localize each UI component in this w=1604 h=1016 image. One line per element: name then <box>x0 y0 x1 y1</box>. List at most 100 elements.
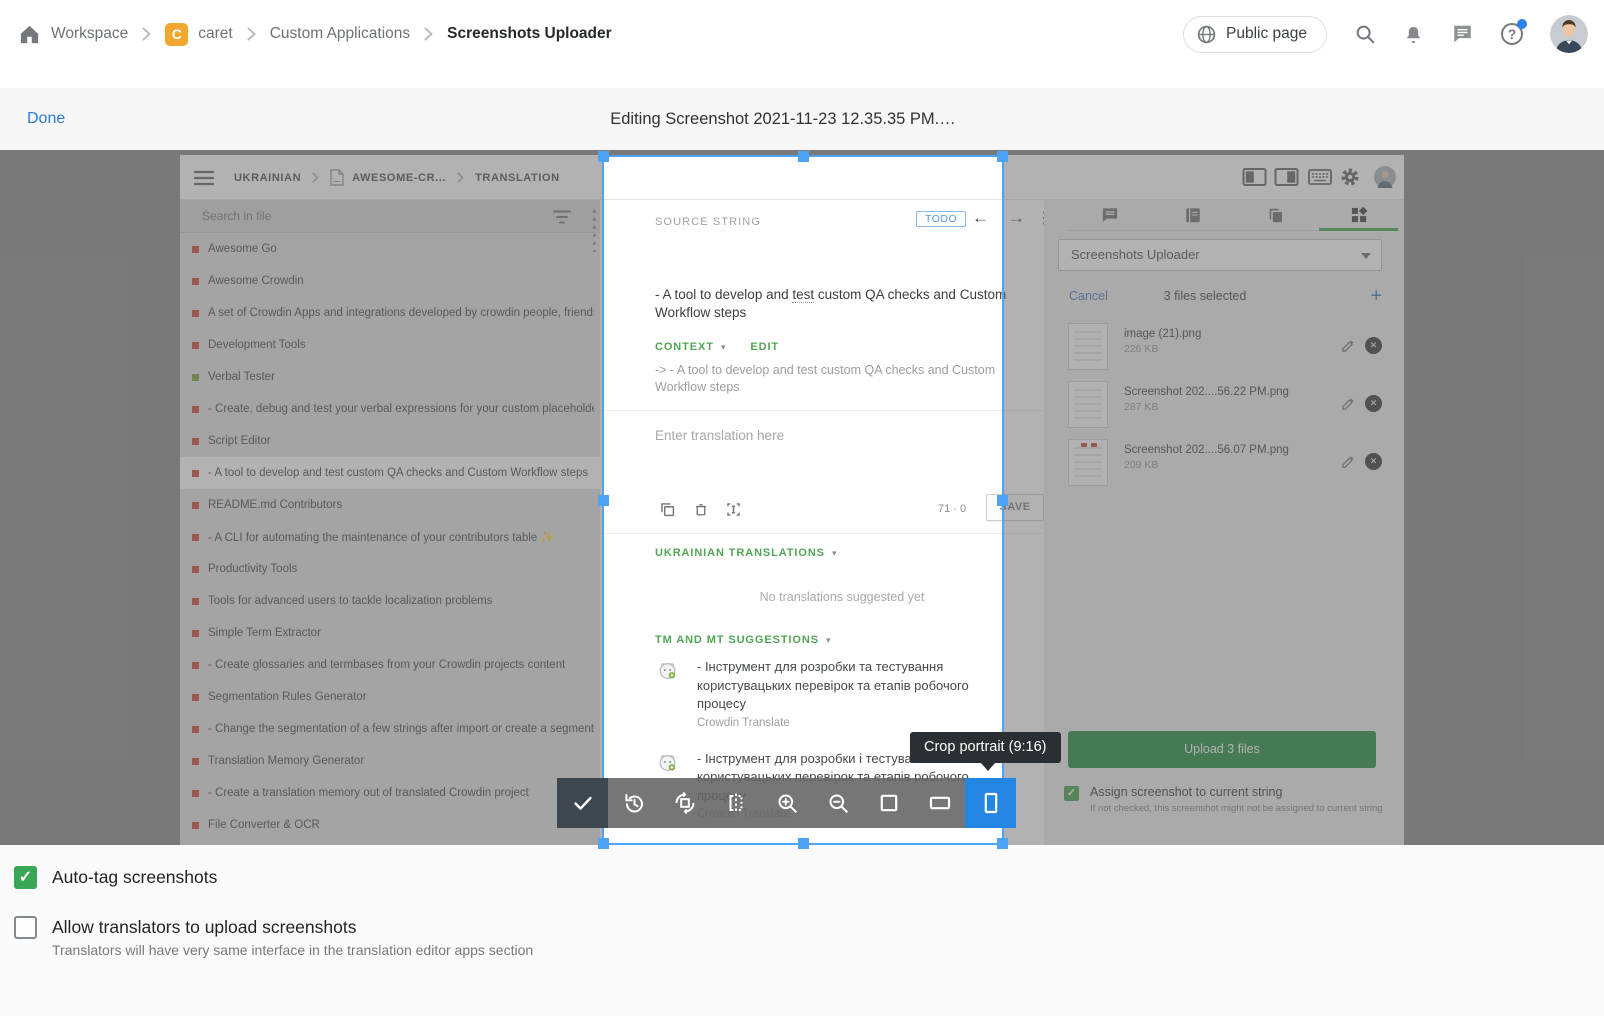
add-file-plus-icon: + <box>1370 285 1382 308</box>
project-logo[interactable]: C <box>165 23 188 46</box>
search-icon[interactable] <box>1354 23 1376 45</box>
globe-icon <box>1196 24 1217 45</box>
embedded-string-item: Tools for advanced users to tackle local… <box>180 585 600 617</box>
breadcrumb-project[interactable]: caret <box>198 25 232 43</box>
string-item-label: - Change the segmentation of a few strin… <box>208 723 594 735</box>
zoom-in-icon <box>775 791 799 815</box>
crop-handle-bottom-right[interactable] <box>997 838 1008 849</box>
crop-handle-top-right[interactable] <box>997 151 1008 162</box>
app-header: Workspace C caret Custom Applications Sc… <box>0 0 1604 88</box>
string-item-label: Simple Term Extractor <box>208 627 321 639</box>
string-item-label: Productivity Tools <box>208 563 297 575</box>
embedded-string-item: Translation Memory Generator <box>180 745 600 777</box>
crop-handle-bottom-center[interactable] <box>798 838 809 849</box>
embedded-string-item: Development Tools <box>180 329 600 361</box>
string-status-icon <box>192 438 199 445</box>
public-page-button[interactable]: Public page <box>1183 16 1327 53</box>
embedded-panel-right-toggle-icon <box>1274 167 1299 187</box>
string-status-icon <box>192 470 199 477</box>
breadcrumb-workspace[interactable]: Workspace <box>51 25 128 43</box>
string-item-label: - Create glossaries and termbases from y… <box>208 659 565 671</box>
string-status-icon <box>192 726 199 733</box>
string-status-icon <box>192 662 199 669</box>
embedded-string-item: Simple Term Extractor <box>180 617 600 649</box>
crop-portrait-tooltip: Crop portrait (9:16) <box>910 732 1061 763</box>
public-page-label: Public page <box>1226 25 1307 43</box>
messages-icon[interactable] <box>1451 23 1474 45</box>
tab-apps-icon <box>1317 200 1400 230</box>
embedded-settings-gear-icon <box>1340 167 1360 187</box>
embedded-string-item: - A CLI for automating the maintenance o… <box>180 521 600 553</box>
string-status-icon <box>192 822 199 829</box>
string-status-icon <box>192 758 199 765</box>
auto-tag-label: Auto-tag screenshots <box>52 866 217 889</box>
string-item-label: Awesome Crowdin <box>208 275 304 287</box>
string-item-label: - Create a translation memory out of tra… <box>208 787 529 799</box>
crop-editor-canvas: UKRAINIAN AWESOME-CR... TRANSLATION <box>0 150 1604 845</box>
string-status-icon <box>192 374 199 381</box>
breadcrumb-custom-applications[interactable]: Custom Applications <box>270 25 410 43</box>
breadcrumb-current-page: Screenshots Uploader <box>447 25 612 43</box>
crop-rotate-button[interactable] <box>659 778 710 828</box>
embedded-strings-list: Awesome Go Awesome Crowdin A set of Crow… <box>180 233 600 845</box>
history-icon <box>622 791 646 815</box>
zoom-in-button[interactable] <box>761 778 812 828</box>
edit-file-pencil-icon <box>1341 338 1356 353</box>
files-selected-status: 3 files selected <box>1058 289 1352 303</box>
selected-app-name: Screenshots Uploader <box>1071 247 1200 262</box>
tab-terms-icon <box>1151 200 1234 230</box>
check-icon <box>571 791 595 815</box>
flip-button[interactable] <box>710 778 761 828</box>
help-notification-dot <box>1517 19 1527 29</box>
embedded-string-item: Verbal Tester <box>180 361 600 393</box>
crop-portrait-button[interactable] <box>965 778 1016 828</box>
string-item-label: Tools for advanced users to tackle local… <box>208 595 492 607</box>
crop-handle-middle-left[interactable] <box>598 495 609 506</box>
string-item-label: A set of Crowdin Apps and integrations d… <box>208 307 594 319</box>
embedded-search-field: Search in file <box>180 200 600 233</box>
remove-file-icon <box>1365 337 1382 354</box>
embedded-string-item: Awesome Go <box>180 233 600 265</box>
crop-square-button[interactable] <box>863 778 914 828</box>
home-icon[interactable] <box>18 23 41 46</box>
embedded-string-item: Script Editor <box>180 425 600 457</box>
embedded-file-crumb: AWESOME-CR... <box>352 172 446 184</box>
tab-other-languages-icon <box>1234 200 1317 230</box>
allow-translators-checkbox[interactable] <box>14 916 37 939</box>
notifications-bell-icon[interactable] <box>1403 23 1424 45</box>
crop-portrait-icon <box>979 791 1003 815</box>
embedded-string-item: - Create, debug and test your verbal exp… <box>180 393 600 425</box>
string-item-label: - A tool to develop and test custom QA c… <box>208 467 588 479</box>
crop-toolbar <box>557 778 1016 828</box>
confirm-crop-button[interactable] <box>557 778 608 828</box>
crop-handle-bottom-left[interactable] <box>598 838 609 849</box>
app-selector-dropdown: Screenshots Uploader <box>1058 239 1382 271</box>
crop-landscape-button[interactable] <box>914 778 965 828</box>
help-icon[interactable]: ? <box>1501 23 1523 45</box>
file-thumbnail <box>1068 381 1108 428</box>
zoom-out-button[interactable] <box>812 778 863 828</box>
header-actions: Public page ? <box>1183 0 1588 68</box>
assign-screenshot-checkbox <box>1064 786 1079 801</box>
string-status-icon <box>192 598 199 605</box>
string-status-icon <box>192 246 199 253</box>
crop-rotate-icon <box>673 791 697 815</box>
string-item-label: - A CLI for automating the maintenance o… <box>208 530 555 544</box>
edit-file-pencil-icon <box>1341 396 1356 411</box>
string-status-icon <box>192 630 199 637</box>
done-button[interactable]: Done <box>27 88 65 150</box>
string-item-label: Verbal Tester <box>208 371 275 383</box>
user-avatar[interactable] <box>1550 15 1588 53</box>
reset-history-button[interactable] <box>608 778 659 828</box>
auto-tag-checkbox[interactable] <box>14 866 37 889</box>
crop-handle-top-left[interactable] <box>598 151 609 162</box>
string-item-label: Translation Memory Generator <box>208 755 364 767</box>
uploader-settings: Auto-tag screenshots Allow translators t… <box>0 845 1604 1016</box>
crop-handle-top-center[interactable] <box>798 151 809 162</box>
upload-file-row: Screenshot 202....56.07 PM.png 209 KB <box>1058 434 1382 492</box>
crop-handle-middle-right[interactable] <box>997 495 1008 506</box>
string-status-icon <box>192 790 199 797</box>
embedded-hamburger-icon <box>194 170 214 186</box>
embedded-string-item: - A tool to develop and test custom QA c… <box>180 457 600 489</box>
embedded-string-item: File Converter & OCR <box>180 809 600 841</box>
